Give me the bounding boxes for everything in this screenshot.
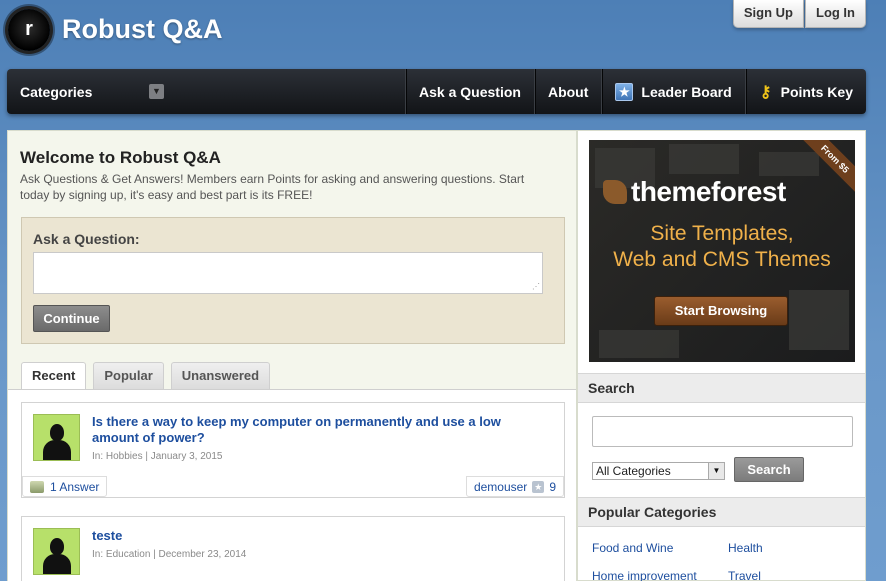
nav-about[interactable]: About bbox=[533, 69, 601, 114]
question-tabs: Recent Popular Unanswered bbox=[21, 362, 271, 390]
auth-buttons: Sign Up Log In bbox=[732, 0, 866, 28]
ask-question-label: Ask a Question: bbox=[33, 231, 140, 247]
nav-item-label: Ask a Question bbox=[419, 83, 521, 100]
category-link-travel[interactable]: Travel bbox=[728, 569, 761, 581]
answers-icon bbox=[30, 480, 44, 493]
question-list: Is there a way to keep my computer on pe… bbox=[8, 390, 576, 581]
resize-grip-icon[interactable]: ⋰ bbox=[532, 282, 540, 291]
ad-background-tile bbox=[599, 330, 679, 358]
avatar[interactable] bbox=[33, 528, 80, 575]
nav-item-label: Points Key bbox=[780, 83, 853, 100]
category-select-value: All Categories bbox=[596, 464, 671, 478]
nav-item-label: Leader Board bbox=[641, 83, 732, 100]
search-button[interactable]: Search bbox=[734, 457, 804, 482]
ad-background-tile bbox=[669, 144, 739, 174]
category-link-health[interactable]: Health bbox=[728, 541, 763, 555]
question-card: teste In: Education | December 23, 2014 bbox=[21, 516, 565, 581]
star-icon: ★ bbox=[615, 82, 634, 101]
main-nav: Categories ▼ Ask a Question About ★ Lead… bbox=[7, 69, 866, 114]
user-silhouette-icon bbox=[50, 538, 64, 555]
nav-points-key[interactable]: ⚷ Points Key bbox=[744, 69, 866, 114]
question-card: Is there a way to keep my computer on pe… bbox=[21, 402, 565, 498]
author-name: demouser bbox=[473, 479, 528, 494]
key-icon: ⚷ bbox=[759, 83, 772, 101]
user-silhouette-icon bbox=[50, 424, 64, 441]
search-widget-title: Search bbox=[578, 373, 865, 403]
ask-question-box: Ask a Question: ⋰ Continue bbox=[21, 217, 565, 344]
nav-item-label: About bbox=[547, 83, 589, 100]
question-title-link[interactable]: Is there a way to keep my computer on pe… bbox=[92, 414, 532, 446]
chevron-down-icon: ▼ bbox=[708, 463, 724, 479]
ad-background-tile bbox=[759, 152, 819, 176]
categories-menu[interactable]: Categories bbox=[20, 84, 92, 100]
avatar[interactable] bbox=[33, 414, 80, 461]
themeforest-ad-banner[interactable]: From $5 themeforest Site Templates, Web … bbox=[589, 140, 855, 362]
ask-question-input[interactable]: ⋰ bbox=[33, 252, 543, 294]
question-title-link[interactable]: teste bbox=[92, 528, 532, 544]
ad-logo-text: themeforest bbox=[631, 176, 786, 207]
question-author[interactable]: demouser ★ 9 bbox=[465, 476, 564, 497]
ad-headline-1: Site Templates, bbox=[650, 222, 794, 245]
themeforest-leaf-icon bbox=[603, 180, 627, 204]
nav-leader-board[interactable]: ★ Leader Board bbox=[601, 69, 744, 114]
popular-categories-title: Popular Categories bbox=[578, 497, 865, 527]
question-footer: 1 Answer demouser ★ 9 bbox=[22, 476, 564, 498]
ad-background-tile bbox=[789, 290, 849, 350]
tab-recent[interactable]: Recent bbox=[21, 362, 87, 390]
nav-ask-question[interactable]: Ask a Question bbox=[405, 69, 534, 114]
login-button[interactable]: Log In bbox=[805, 0, 866, 28]
author-points: 9 bbox=[549, 479, 556, 494]
main-content: Welcome to Robust Q&A Ask Questions & Ge… bbox=[7, 130, 577, 581]
user-silhouette-body bbox=[43, 554, 71, 574]
answers-count: 1 Answer bbox=[50, 479, 100, 494]
welcome-title: Welcome to Robust Q&A bbox=[20, 148, 221, 167]
sidebar-search-input[interactable] bbox=[592, 416, 853, 447]
site-header: r Robust Q&A Sign Up Log In bbox=[0, 0, 886, 66]
question-meta: In: Hobbies | January 3, 2015 bbox=[92, 451, 223, 462]
sidebar: From $5 themeforest Site Templates, Web … bbox=[577, 130, 866, 581]
category-link-home-improvement[interactable]: Home improvement bbox=[592, 569, 697, 581]
signup-button[interactable]: Sign Up bbox=[732, 0, 804, 28]
question-meta: In: Education | December 23, 2014 bbox=[92, 549, 247, 560]
user-silhouette-body bbox=[43, 440, 71, 460]
ad-headline-2: Web and CMS Themes bbox=[613, 248, 831, 271]
tab-unanswered[interactable]: Unanswered bbox=[170, 362, 271, 389]
star-icon: ★ bbox=[532, 480, 545, 493]
tab-popular[interactable]: Popular bbox=[93, 362, 164, 389]
category-select[interactable]: All Categories ▼ bbox=[592, 462, 725, 480]
category-link-food-and-wine[interactable]: Food and Wine bbox=[592, 541, 673, 555]
chevron-down-icon[interactable]: ▼ bbox=[149, 84, 164, 99]
start-browsing-button[interactable]: Start Browsing bbox=[654, 296, 788, 326]
continue-button[interactable]: Continue bbox=[33, 305, 110, 332]
site-title[interactable]: Robust Q&A bbox=[62, 14, 222, 45]
site-logo[interactable]: r bbox=[8, 9, 50, 51]
welcome-text: Ask Questions & Get Answers! Members ear… bbox=[20, 172, 525, 202]
answers-link[interactable]: 1 Answer bbox=[22, 476, 108, 497]
